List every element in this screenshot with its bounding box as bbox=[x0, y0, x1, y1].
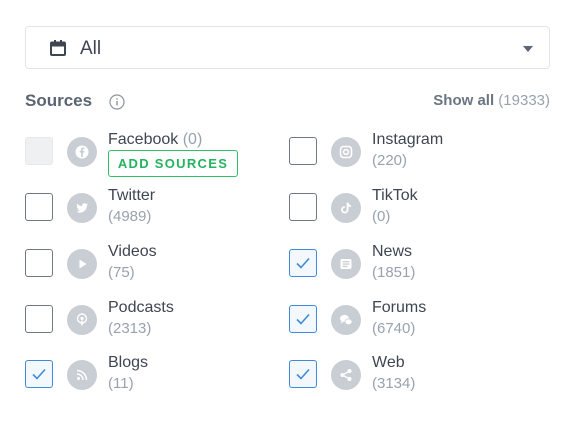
checkmark-icon bbox=[296, 368, 310, 380]
rss-icon bbox=[67, 360, 97, 390]
source-name: TikTok bbox=[372, 187, 418, 204]
news-icon bbox=[331, 249, 361, 279]
show-all-count: (19333) bbox=[498, 92, 550, 109]
date-range-dropdown[interactable]: All bbox=[25, 26, 550, 69]
source-name: News bbox=[372, 243, 413, 260]
source-count: (3134) bbox=[372, 375, 416, 392]
play-icon bbox=[67, 249, 97, 279]
source-count: (11) bbox=[108, 375, 134, 392]
forums-icon bbox=[331, 305, 361, 335]
source-checkbox[interactable] bbox=[25, 249, 53, 277]
sources-heading: Sources bbox=[25, 91, 93, 110]
source-count: (0) bbox=[372, 208, 391, 225]
checkmark-icon bbox=[296, 257, 310, 269]
source-checkbox[interactable] bbox=[289, 193, 317, 221]
source-count: (220) bbox=[372, 152, 408, 169]
source-checkbox[interactable] bbox=[289, 249, 317, 277]
source-name: Facebook bbox=[108, 131, 179, 148]
twitter-icon bbox=[67, 193, 97, 223]
share-icon bbox=[331, 360, 361, 390]
podcast-icon bbox=[67, 305, 97, 335]
source-checkbox bbox=[25, 137, 53, 165]
dropdown-value: All bbox=[80, 38, 102, 59]
source-count: (6740) bbox=[372, 320, 416, 337]
facebook-icon bbox=[67, 137, 97, 167]
source-checkbox[interactable] bbox=[25, 360, 53, 388]
source-name: Videos bbox=[108, 243, 157, 260]
source-name: Blogs bbox=[108, 354, 149, 371]
source-checkbox[interactable] bbox=[25, 193, 53, 221]
instagram-icon bbox=[331, 137, 361, 167]
source-count: (4989) bbox=[108, 208, 152, 225]
checkmark-icon bbox=[296, 313, 310, 325]
source-name-line: Facebook (0) bbox=[108, 131, 202, 149]
source-count: (0) bbox=[182, 131, 203, 148]
source-name: Forums bbox=[372, 299, 427, 316]
source-name: Podcasts bbox=[108, 299, 174, 316]
source-checkbox[interactable] bbox=[289, 360, 317, 388]
source-checkbox[interactable] bbox=[25, 305, 53, 333]
source-checkbox[interactable] bbox=[289, 305, 317, 333]
source-name: Twitter bbox=[108, 187, 156, 204]
add-sources-button[interactable]: ADD SOURCES bbox=[108, 150, 238, 177]
source-name: Web bbox=[372, 354, 405, 371]
source-count: (75) bbox=[108, 264, 135, 281]
chevron-down-icon bbox=[523, 46, 533, 52]
show-all-label: Show all bbox=[433, 92, 495, 109]
calendar-icon bbox=[50, 40, 66, 56]
source-checkbox[interactable] bbox=[289, 137, 317, 165]
source-count: (1851) bbox=[372, 264, 416, 281]
source-name: Instagram bbox=[372, 131, 444, 148]
source-count: (2313) bbox=[108, 320, 152, 337]
checkmark-icon bbox=[32, 368, 46, 380]
show-all-link[interactable]: Show all (19333) bbox=[433, 92, 550, 109]
info-icon[interactable] bbox=[109, 94, 125, 110]
tiktok-icon bbox=[331, 193, 361, 223]
